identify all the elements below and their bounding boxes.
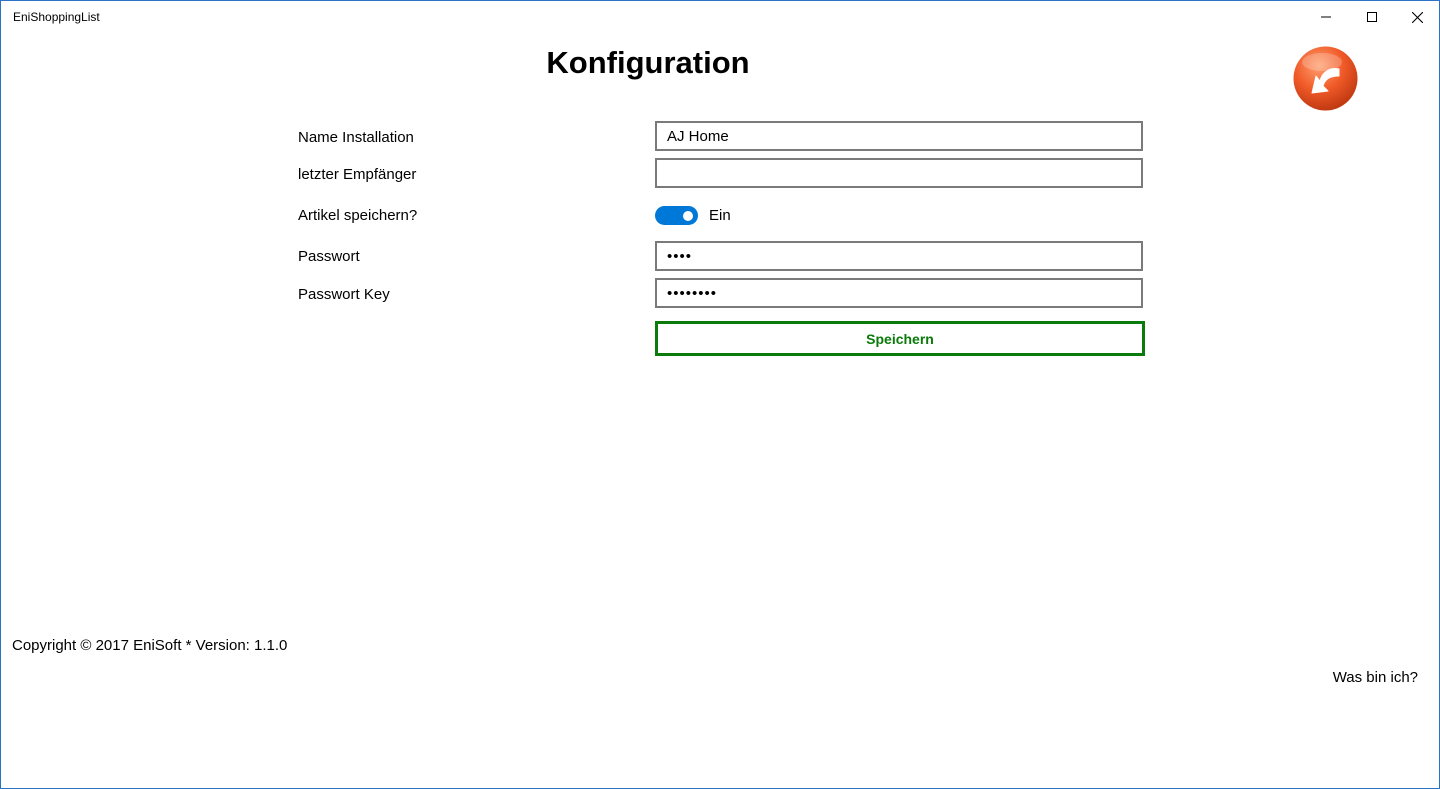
copyright-text: Copyright © 2017 EniSoft * Version: 1.1.… xyxy=(12,637,288,654)
minimize-icon xyxy=(1321,16,1331,18)
close-icon xyxy=(1411,11,1423,23)
app-window: EniShoppingList Konfiguration Name Insta… xyxy=(0,0,1440,789)
maximize-icon xyxy=(1367,12,1377,22)
save-items-state-label: Ein xyxy=(709,207,731,224)
close-button[interactable] xyxy=(1394,1,1440,33)
save-items-label: Artikel speichern? xyxy=(298,207,418,224)
minimize-button[interactable] xyxy=(1303,1,1349,33)
save-items-toggle[interactable] xyxy=(655,206,698,225)
save-button[interactable]: Speichern xyxy=(655,321,1145,356)
about-link[interactable]: Was bin ich? xyxy=(1333,669,1418,686)
page-title: Konfiguration xyxy=(546,45,750,80)
back-button[interactable] xyxy=(1292,45,1359,112)
last-recipient-input[interactable] xyxy=(655,158,1143,188)
password-label: Passwort xyxy=(298,248,360,265)
password-key-input[interactable] xyxy=(655,278,1143,308)
name-installation-input[interactable] xyxy=(655,121,1143,151)
back-arrow-icon xyxy=(1293,46,1358,111)
maximize-button[interactable] xyxy=(1349,1,1395,33)
title-bar[interactable]: EniShoppingList xyxy=(1,1,1439,33)
app-title: EniShoppingList xyxy=(13,10,100,24)
last-recipient-label: letzter Empfänger xyxy=(298,166,417,183)
toggle-knob xyxy=(683,210,693,221)
password-key-label: Passwort Key xyxy=(298,286,390,303)
password-input[interactable] xyxy=(655,241,1143,271)
name-installation-label: Name Installation xyxy=(298,129,414,146)
